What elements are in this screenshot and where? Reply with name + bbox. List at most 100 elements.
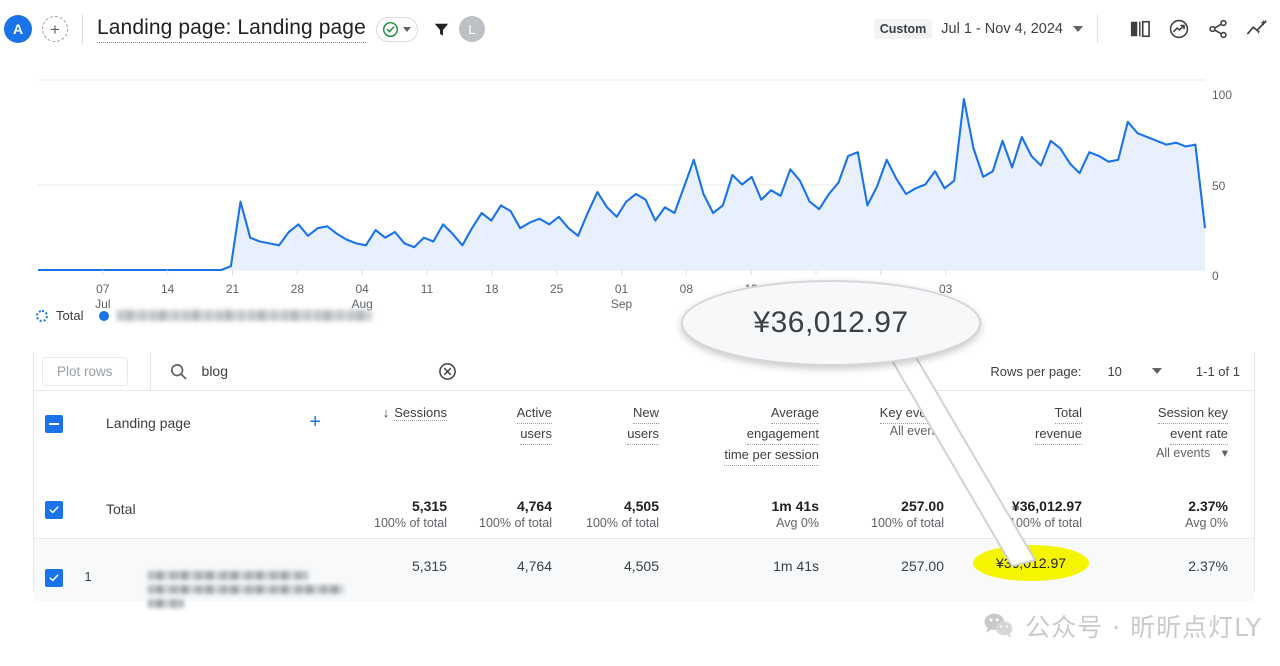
ser-chevron-down-icon[interactable]: ▾ [1222,446,1228,460]
date-range-chevron-down-icon[interactable] [1073,26,1083,32]
toolbar-divider-2 [1097,15,1098,43]
row-label-line-1 [148,571,308,580]
sessions-area-chart: 100 50 0 07Jul14212804Aug11182501Sep0813… [0,58,1280,348]
plus-icon: + [50,21,60,38]
row-sessions-value: 5,315 [339,553,447,575]
column-header-new-users[interactable]: New users [562,403,669,482]
user-avatar[interactable]: L [459,16,485,42]
share-button[interactable] [1207,18,1229,40]
x-tick-label: 21 [226,282,240,296]
x-tick-month: Sep [611,297,633,311]
total-cell-key-events: 257.00 100% of total [829,497,954,538]
close-icon [438,362,457,381]
x-tick-label: 01 [615,282,629,296]
row-index: 1 [71,569,105,584]
row-cell-new-users: 4,505 [562,553,669,601]
highlighted-revenue-value: ¥36,012.97 [973,545,1089,581]
add-dimension-button[interactable]: + [309,415,321,429]
x-tick-label: 28 [291,282,305,296]
search-input[interactable]: blog [202,363,228,379]
trending-icon [1246,18,1268,40]
chart-svg: 100 50 0 07Jul14212804Aug11182501Sep0813… [0,58,1280,348]
column-header-ser-sub-label: All events [1156,446,1210,460]
rows-per-page-value[interactable]: 10 [1107,364,1121,379]
chart-legend: Total [36,308,372,323]
column-header-sessions[interactable]: ↓ Sessions [339,403,457,482]
report-status-dropdown[interactable] [376,17,418,42]
trending-button[interactable] [1246,18,1268,40]
rows-per-page-chevron-down-icon[interactable] [1152,368,1162,374]
toolbar-divider-3 [150,352,151,391]
add-comparison-button[interactable]: + [42,16,68,42]
account-avatar[interactable]: A [4,15,32,43]
y-tick-50: 50 [1212,179,1226,193]
callout-bubble: ¥36,012.97 [681,280,981,366]
legend-series-label-redacted [117,310,372,321]
check-icon [49,505,59,515]
search-icon [169,362,188,381]
pagination-controls: Rows per page: 10 1-1 of 1 [990,364,1254,379]
column-header-session-key-event-rate[interactable]: Session key event rate All events ▾ [1092,403,1242,482]
x-tick-label: 14 [161,282,175,296]
total-revenue-value: ¥36,012.97 [954,497,1082,515]
plot-rows-button[interactable]: Plot rows [42,357,128,386]
total-row-label: Total [106,501,136,517]
dimension-header-cell: Landing page + [34,403,339,482]
legend-total-icon[interactable] [36,310,48,322]
total-row-checkbox[interactable] [45,501,63,519]
column-header-ser-line2: event rate [1170,424,1228,445]
table-header-row: Landing page + ↓ Sessions Active users Ne… [34,391,1254,483]
x-tick-label: 07 [96,282,110,296]
column-header-avg-line1: Average [771,403,819,424]
column-header-active-users-line1: Active [517,403,552,424]
funnel-icon [432,20,451,39]
row-ser-value: 2.37% [1092,553,1228,575]
column-header-sessions-label: Sessions [394,405,447,421]
clear-search-button[interactable] [438,362,457,381]
total-active-users-sub: 100% of total [457,515,552,532]
total-key-events-value: 257.00 [829,497,944,515]
row-cell-session-key-event-rate: 2.37% [1092,553,1242,601]
sort-desc-icon: ↓ [383,405,390,420]
column-header-active-users[interactable]: Active users [457,403,562,482]
share-icon [1207,18,1229,40]
total-avg-engagement-value: 1m 41s [669,497,819,515]
insights-button[interactable] [1168,18,1190,40]
date-range-picker[interactable]: Jul 1 - Nov 4, 2024 [941,21,1063,37]
check-circle-icon [382,21,399,38]
rows-per-page-label: Rows per page: [990,364,1081,379]
total-row-dimension-cell: Total [34,497,339,538]
row-cell-key-events: 257.00 [829,553,954,601]
user-avatar-label: L [468,22,475,37]
total-revenue-sub: 100% of total [954,515,1082,532]
chevron-down-icon [403,27,411,32]
top-bar-right: Custom Jul 1 - Nov 4, 2024 [874,15,1280,43]
column-header-ser-line1: Session key [1158,403,1228,424]
total-new-users-value: 4,505 [562,497,659,515]
total-cell-total-revenue: ¥36,012.97 100% of total [954,497,1092,538]
compare-button[interactable] [1129,19,1151,39]
total-active-users-value: 4,764 [457,497,552,515]
total-cell-avg-engagement: 1m 41s Avg 0% [669,497,829,538]
row-key-events-value: 257.00 [829,553,944,575]
total-cell-session-key-event-rate: 2.37% Avg 0% [1092,497,1242,538]
total-cell-active-users: 4,764 100% of total [457,497,562,538]
column-header-key-events[interactable]: Key events All events [829,403,954,482]
row-cell-avg-engagement: 1m 41s [669,553,829,601]
row-label-redacted [148,569,344,608]
column-header-key-events-sub: All events [890,424,944,438]
filter-button[interactable] [432,20,451,39]
column-header-total-revenue-line2: revenue [1035,424,1082,445]
row-cell-sessions: 5,315 [339,553,457,601]
callout-value: ¥36,012.97 [753,306,908,340]
column-header-total-revenue[interactable]: Total revenue [954,403,1092,482]
column-header-average-engagement-time[interactable]: Average engagement time per session [669,403,829,482]
row-checkbox[interactable] [45,569,63,587]
total-cell-sessions: 5,315 100% of total [339,497,457,538]
pagination-range: 1-1 of 1 [1196,364,1240,379]
column-header-total-revenue-line1: Total [1055,403,1082,424]
page-title[interactable]: Landing page: Landing page [97,16,366,43]
select-all-checkbox[interactable] [45,415,63,433]
total-cell-new-users: 4,505 100% of total [562,497,669,538]
total-sessions-value: 5,315 [339,497,447,515]
